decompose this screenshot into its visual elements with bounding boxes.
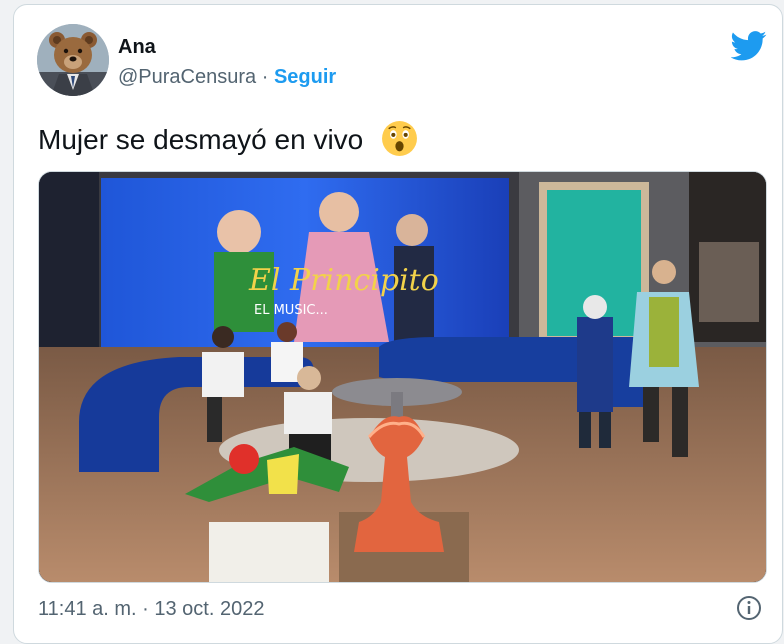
info-icon[interactable]	[736, 595, 762, 621]
astonished-face-emoji	[382, 121, 418, 156]
tweet-media-video[interactable]: El Principito EL MUSIC...	[38, 171, 767, 583]
tweet-card: Ana @PuraCensura · Seguir Mujer se desma…	[13, 4, 783, 644]
author-name[interactable]: Ana	[118, 36, 156, 59]
tweet-text: Mujer se desmayó en vivo	[38, 124, 364, 155]
tweet-text-row: Mujer se desmayó en vivo	[38, 120, 418, 157]
separator-dot: ·	[261, 66, 269, 88]
show-subtitle: EL MUSIC...	[254, 303, 328, 318]
tweet-timestamp[interactable]: 11:41 a. m. · 13 oct. 2022	[38, 598, 264, 621]
author-handle[interactable]: @PuraCensura	[118, 66, 256, 88]
avatar[interactable]	[37, 24, 109, 96]
video-frame-tv-studio: El Principito EL MUSIC...	[39, 172, 766, 582]
twitter-bird-icon[interactable]	[731, 31, 767, 61]
teddy-bear-avatar	[37, 24, 109, 96]
author-meta: @PuraCensura · Seguir	[118, 66, 336, 89]
show-title: El Principito	[248, 263, 439, 298]
follow-button[interactable]: Seguir	[274, 66, 336, 88]
